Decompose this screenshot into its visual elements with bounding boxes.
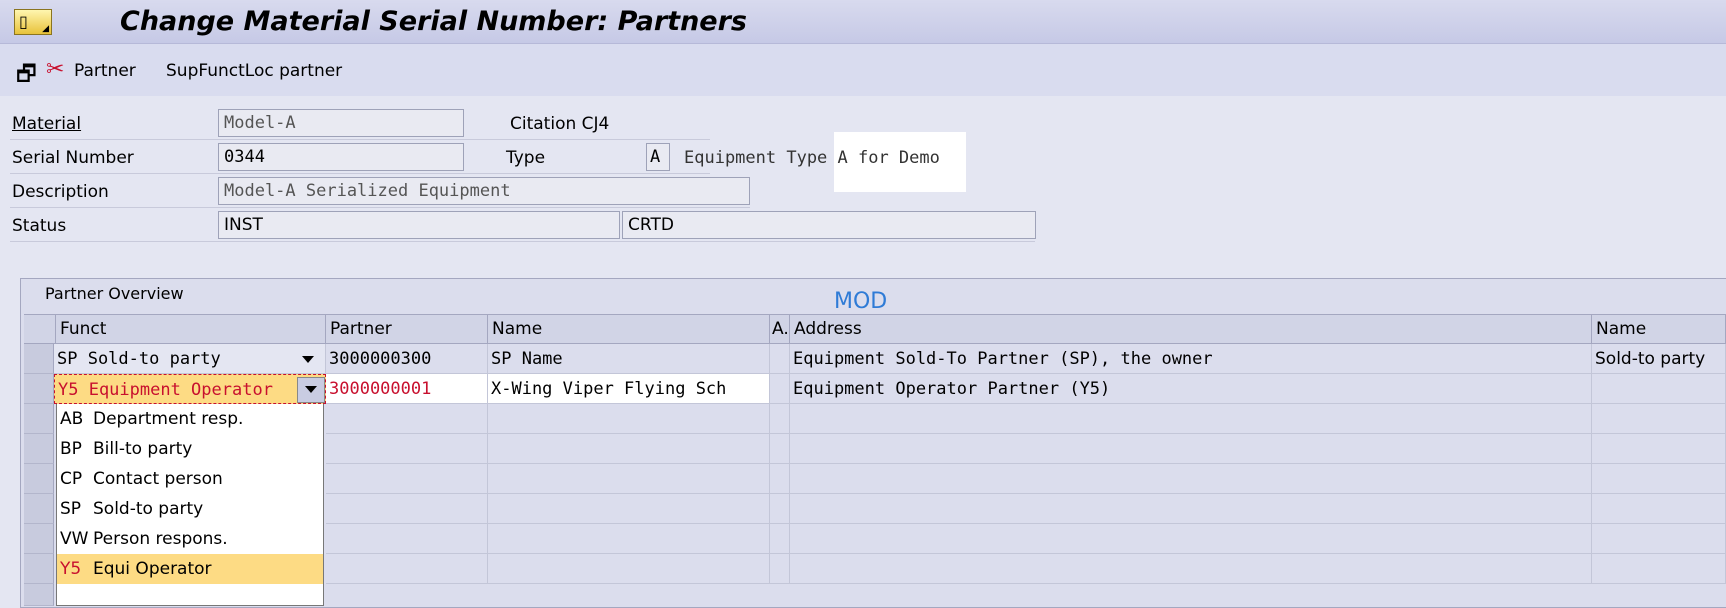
row-selector[interactable] bbox=[24, 374, 54, 404]
address-cell[interactable]: Equipment Operator Partner (Y5) bbox=[790, 374, 1592, 404]
dropdown-option-vw[interactable]: VW Person respons. bbox=[57, 524, 323, 554]
dropdown-button[interactable] bbox=[297, 377, 325, 403]
row-selector[interactable] bbox=[24, 524, 54, 554]
row-selector[interactable] bbox=[24, 464, 54, 494]
type-code-field[interactable]: A bbox=[646, 143, 670, 171]
empty-cell[interactable] bbox=[770, 464, 790, 494]
partner-cell[interactable]: 3000000300 bbox=[326, 344, 488, 374]
funct-value: Y5 Equipment Operator bbox=[58, 380, 273, 400]
empty-cell[interactable] bbox=[1592, 494, 1726, 524]
empty-cell[interactable] bbox=[770, 524, 790, 554]
status-field-2: CRTD bbox=[622, 211, 1036, 239]
empty-cell[interactable] bbox=[1592, 434, 1726, 464]
column-header-a[interactable]: A. bbox=[770, 314, 790, 344]
type-label: Type bbox=[506, 148, 546, 168]
description-label: Description bbox=[12, 182, 109, 202]
row-divider bbox=[10, 207, 750, 208]
status-field-1: INST bbox=[218, 211, 620, 239]
partner-cell[interactable]: 3000000001 bbox=[326, 374, 488, 404]
dropdown-option-bp[interactable]: BP Bill-to party bbox=[57, 434, 323, 464]
citation-text: Citation CJ4 bbox=[510, 114, 610, 134]
empty-cell[interactable] bbox=[770, 554, 790, 584]
empty-cell[interactable] bbox=[790, 404, 1592, 434]
page-title: Change Material Serial Number: Partners bbox=[120, 6, 747, 37]
partner-overview-title: Partner Overview bbox=[45, 284, 184, 303]
empty-cell[interactable] bbox=[770, 434, 790, 464]
description-field[interactable]: Model-A Serialized Equipment bbox=[218, 177, 750, 205]
funct-cell-active[interactable]: Y5 Equipment Operator bbox=[54, 374, 326, 404]
partner-icon: ✂ bbox=[46, 57, 65, 82]
name-cell[interactable]: X-Wing Viper Flying Sch bbox=[488, 374, 770, 404]
address-cell[interactable]: Equipment Sold-To Partner (SP), the owne… bbox=[790, 344, 1592, 374]
dropdown-option-sp[interactable]: SP Sold-to party bbox=[57, 494, 323, 524]
empty-cell[interactable] bbox=[790, 434, 1592, 464]
serial-number-field[interactable]: 0344 bbox=[218, 143, 464, 171]
dropdown-option-cp[interactable]: CP Contact person bbox=[57, 464, 323, 494]
row-divider bbox=[10, 173, 710, 174]
empty-cell[interactable] bbox=[326, 494, 488, 524]
empty-cell[interactable] bbox=[488, 554, 770, 584]
column-header-address[interactable]: Address bbox=[790, 314, 1592, 344]
row-selector[interactable] bbox=[24, 404, 54, 434]
select-all-header[interactable] bbox=[24, 314, 56, 344]
row-selector[interactable] bbox=[24, 344, 54, 374]
empty-cell[interactable] bbox=[790, 494, 1592, 524]
row-selector[interactable] bbox=[24, 434, 54, 464]
empty-cell[interactable] bbox=[790, 524, 1592, 554]
serial-number-label: Serial Number bbox=[12, 148, 134, 168]
empty-cell[interactable] bbox=[326, 404, 488, 434]
application-toolbar: 🗗 ✂ Partner SupFunctLoc partner bbox=[0, 44, 1726, 96]
empty-cell[interactable] bbox=[326, 554, 488, 584]
a-cell[interactable] bbox=[770, 374, 790, 404]
empty-cell[interactable] bbox=[488, 434, 770, 464]
supfunctloc-partner-button[interactable]: SupFunctLoc partner bbox=[166, 61, 342, 81]
material-field[interactable]: Model-A bbox=[218, 109, 464, 137]
menu-glyph: ▯ bbox=[19, 12, 28, 31]
status-label: Status bbox=[12, 216, 67, 236]
column-header-name-2[interactable]: Name bbox=[1592, 314, 1726, 344]
column-header-name[interactable]: Name bbox=[488, 314, 770, 344]
material-label: Material bbox=[12, 114, 82, 134]
mod-label: MOD bbox=[834, 289, 888, 314]
funct-dropdown-list: AB Department resp. BP Bill-to party CP … bbox=[56, 404, 324, 606]
empty-cell[interactable] bbox=[488, 494, 770, 524]
partner-button-label: Partner bbox=[74, 61, 136, 81]
empty-cell[interactable] bbox=[790, 554, 1592, 584]
dropdown-option-y5[interactable]: Y5 Equi Operator bbox=[57, 554, 323, 584]
empty-cell[interactable] bbox=[770, 404, 790, 434]
name2-cell[interactable] bbox=[1592, 374, 1726, 404]
empty-cell[interactable] bbox=[488, 404, 770, 434]
title-bar: ▯ ◢ Change Material Serial Number: Partn… bbox=[0, 0, 1726, 44]
empty-cell[interactable] bbox=[1592, 404, 1726, 434]
empty-cell[interactable] bbox=[1592, 554, 1726, 584]
funct-value: SP Sold-to party bbox=[57, 349, 221, 369]
empty-cell[interactable] bbox=[488, 464, 770, 494]
row-divider bbox=[10, 241, 1035, 242]
display-change-icon[interactable]: 🗗 bbox=[16, 57, 37, 95]
dropdown-arrow-icon bbox=[305, 386, 317, 393]
type-description: Equipment Type A for Demo bbox=[684, 148, 940, 168]
column-header-funct[interactable]: Funct bbox=[56, 314, 326, 344]
empty-cell[interactable] bbox=[1592, 464, 1726, 494]
name2-cell[interactable]: Sold-to party bbox=[1592, 344, 1726, 374]
row-selector[interactable] bbox=[24, 554, 54, 584]
menu-icon[interactable]: ▯ ◢ bbox=[14, 9, 52, 35]
row-selector[interactable] bbox=[24, 494, 54, 524]
menu-corner: ◢ bbox=[42, 24, 49, 34]
row-divider bbox=[10, 139, 710, 140]
a-cell[interactable] bbox=[770, 344, 790, 374]
funct-cell[interactable]: SP Sold-to party bbox=[54, 344, 326, 374]
empty-cell[interactable] bbox=[790, 464, 1592, 494]
empty-cell[interactable] bbox=[326, 524, 488, 554]
column-header-partner[interactable]: Partner bbox=[326, 314, 488, 344]
name-cell[interactable]: SP Name bbox=[488, 344, 770, 374]
empty-cell[interactable] bbox=[326, 434, 488, 464]
row-selector[interactable] bbox=[24, 584, 54, 606]
empty-cell[interactable] bbox=[770, 494, 790, 524]
empty-cell[interactable] bbox=[326, 464, 488, 494]
empty-cell[interactable] bbox=[488, 524, 770, 554]
empty-cell[interactable] bbox=[1592, 524, 1726, 554]
dropdown-option-ab[interactable]: AB Department resp. bbox=[57, 404, 323, 434]
dropdown-arrow-icon[interactable] bbox=[302, 356, 314, 363]
